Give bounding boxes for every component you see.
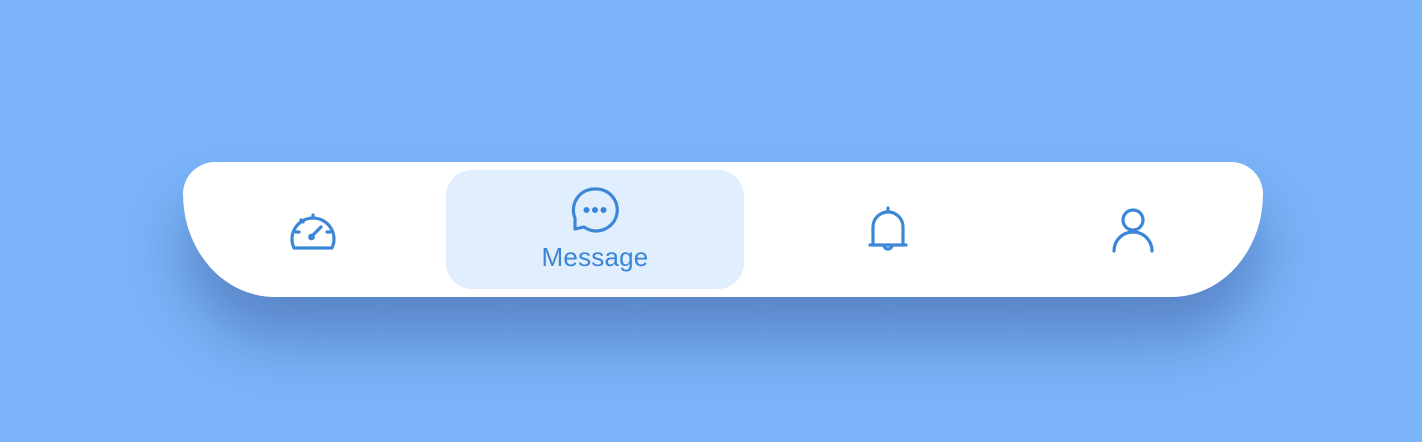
bottom-tab-bar: Message: [183, 162, 1263, 297]
tab-dashboard[interactable]: [253, 170, 373, 289]
tab-profile[interactable]: [1073, 170, 1193, 289]
bell-icon: [868, 205, 908, 254]
tab-message-label: Message: [541, 242, 649, 272]
app-stage: Message: [0, 0, 1422, 442]
chat-bubble-icon: [570, 186, 620, 234]
tab-message[interactable]: Message: [446, 170, 744, 289]
speedometer-icon: [288, 207, 338, 253]
user-icon: [1111, 207, 1155, 253]
tab-notifications[interactable]: [828, 170, 948, 289]
